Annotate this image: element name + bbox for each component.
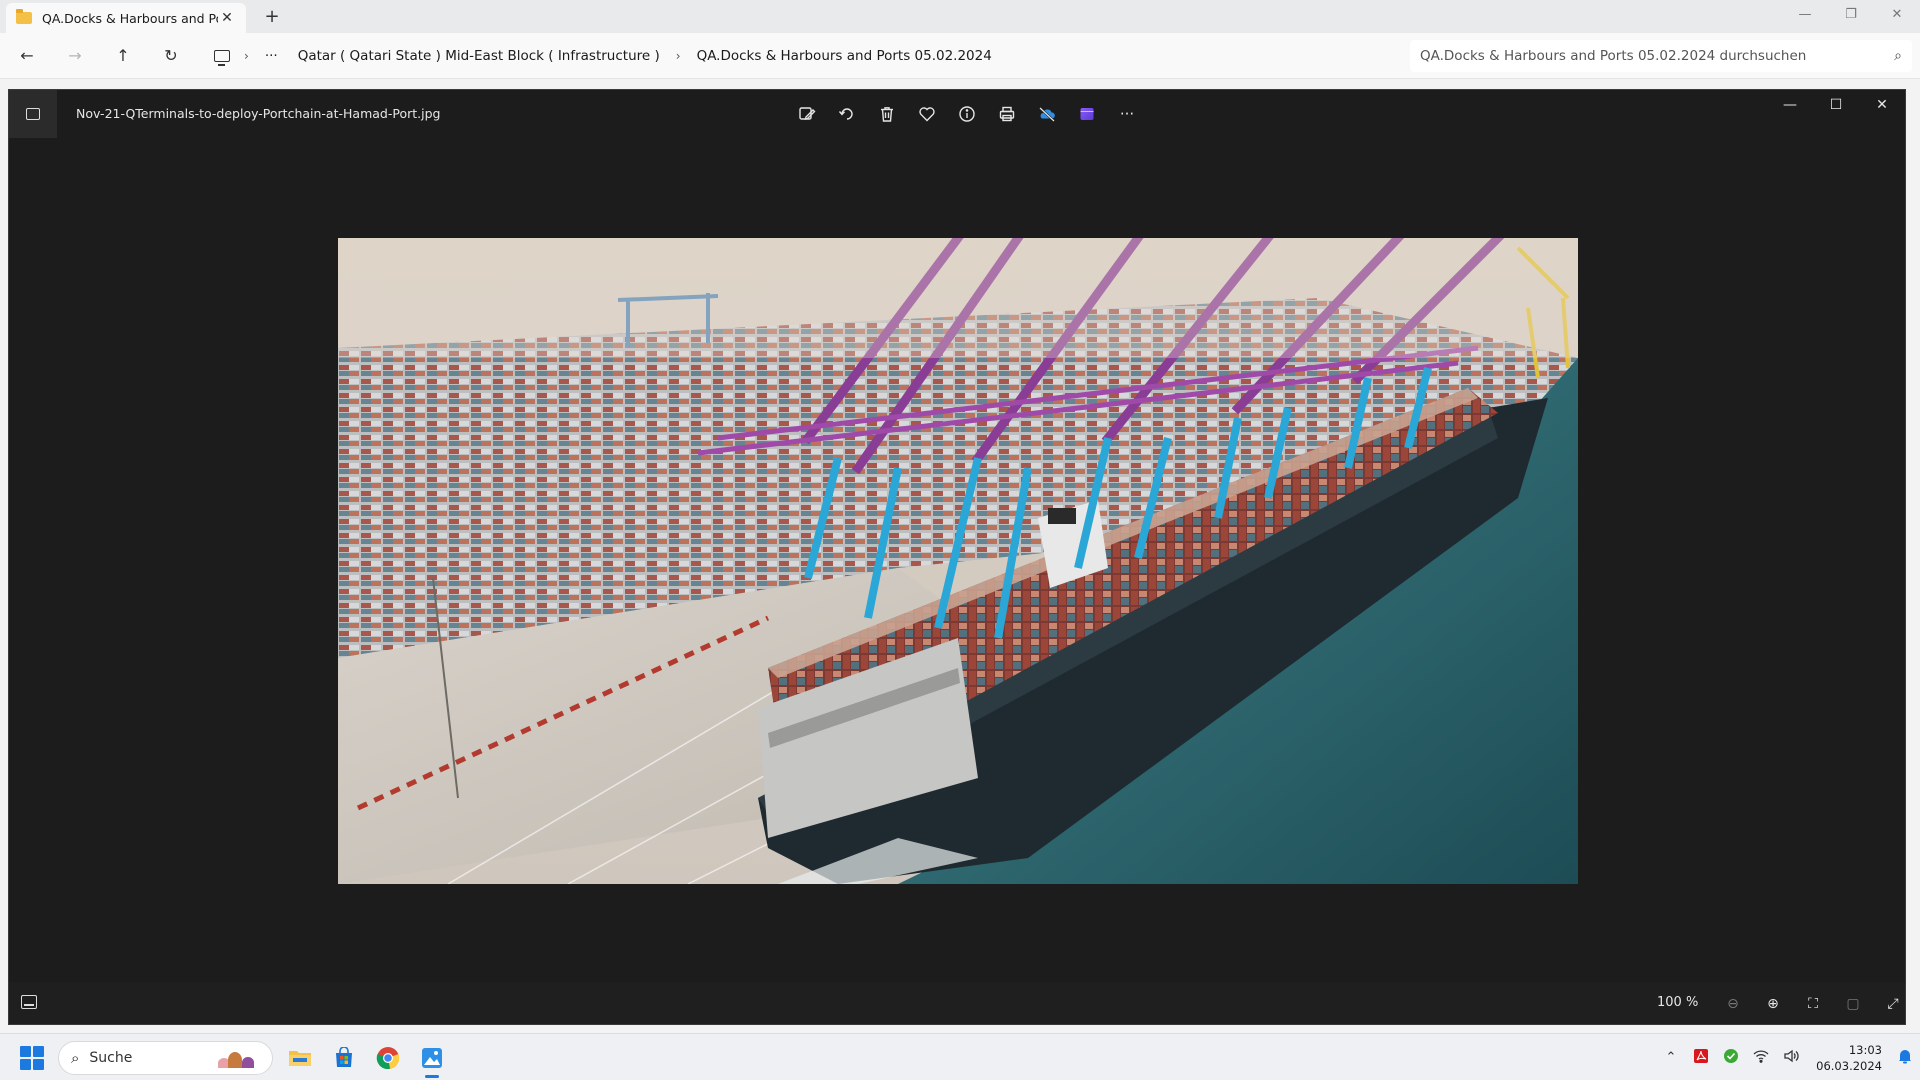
address-bar: ← → ↑ ↻ › ··· Qatar ( Qatari State ) Mid… — [0, 33, 1920, 79]
search-icon: ⌕ — [1894, 48, 1902, 64]
breadcrumb-item-docks[interactable]: QA.Docks & Harbours and Ports 05.02.2024 — [687, 48, 1002, 64]
photos-title-bar: Nov-21-QTerminals-to-deploy-Portchain-at… — [9, 90, 1905, 138]
zoom-out-icon[interactable]: ⊖ — [1713, 990, 1753, 1018]
clock-time: 13:03 — [1848, 1042, 1882, 1057]
photos-window-controls: — ☐ ✕ — [1767, 90, 1905, 120]
zoom-level[interactable]: 100 % — [1657, 995, 1698, 1010]
file-explorer-taskbar-icon[interactable] — [282, 1040, 318, 1076]
chrome-icon[interactable] — [370, 1040, 406, 1076]
taskbar-search-label: Suche — [89, 1050, 133, 1066]
footer-buttons: ⊖ ⊕ ⛶ ▢ ⤢ — [1713, 990, 1905, 1018]
breadcrumb[interactable]: › ··· Qatar ( Qatari State ) Mid-East Bl… — [204, 41, 1402, 71]
tab-docks-harbours[interactable]: QA.Docks & Harbours and Por ✕ — [6, 3, 246, 33]
system-tray: ⌃ 13:03 06.03.2024 — [1656, 1034, 1920, 1080]
search-input[interactable]: QA.Docks & Harbours and Ports 05.02.2024… — [1410, 40, 1912, 72]
folder-icon — [16, 9, 32, 24]
favorite-icon[interactable] — [907, 100, 947, 128]
actual-size-icon[interactable]: ▢ — [1833, 990, 1873, 1018]
close-button[interactable]: ✕ — [1859, 90, 1905, 120]
breadcrumb-separator[interactable]: › — [670, 49, 687, 63]
start-button[interactable] — [20, 1046, 44, 1070]
photos-toolbar: ··· — [787, 100, 1147, 128]
onedrive-icon[interactable] — [1027, 100, 1067, 128]
this-pc-icon[interactable] — [214, 50, 230, 66]
port-photo[interactable] — [338, 238, 1578, 884]
clock[interactable]: 13:03 06.03.2024 — [1806, 1042, 1890, 1074]
file-name: Nov-21-QTerminals-to-deploy-Portchain-at… — [76, 106, 441, 121]
breadcrumb-more[interactable]: ··· — [255, 48, 288, 64]
refresh-button[interactable]: ↻ — [156, 42, 186, 70]
photos-taskbar-icon[interactable] — [414, 1040, 450, 1078]
chevron-up-icon[interactable]: ⌃ — [1656, 1050, 1686, 1065]
forward-button[interactable]: → — [60, 42, 90, 70]
notification-bell-icon[interactable] — [1890, 1048, 1920, 1068]
zoom-in-icon[interactable]: ⊕ — [1753, 990, 1793, 1018]
edit-image-icon[interactable] — [787, 100, 827, 128]
wifi-icon[interactable] — [1746, 1049, 1776, 1067]
restore-button[interactable]: ❐ — [1828, 0, 1874, 30]
print-icon[interactable] — [987, 100, 1027, 128]
photos-footer-bar: 100 % ⊖ ⊕ ⛶ ▢ ⤢ — [9, 982, 1905, 1024]
clipchamp-icon[interactable] — [1067, 100, 1107, 128]
minimize-button[interactable]: — — [1782, 0, 1828, 30]
taskbar-search[interactable]: ⌕ Suche — [58, 1041, 273, 1075]
security-shield-icon[interactable] — [1716, 1048, 1746, 1068]
info-icon[interactable] — [947, 100, 987, 128]
photos-app-icon[interactable] — [9, 90, 57, 138]
breadcrumb-separator[interactable]: › — [238, 49, 255, 63]
minimize-button[interactable]: — — [1767, 90, 1813, 120]
photos-viewer-window: Nov-21-QTerminals-to-deploy-Portchain-at… — [8, 89, 1906, 1025]
tab-title: QA.Docks & Harbours and Por — [42, 10, 218, 26]
search-icon: ⌕ — [71, 1049, 80, 1067]
new-tab-button[interactable]: + — [258, 4, 286, 30]
taskbar: ⌕ Suche ⌃ 13:03 06.03.2024 — [0, 1033, 1920, 1080]
more-icon[interactable]: ··· — [1107, 100, 1147, 128]
back-button[interactable]: ← — [12, 42, 42, 70]
tab-close-button[interactable]: ✕ — [218, 10, 236, 26]
filmstrip-icon[interactable] — [21, 995, 37, 1009]
rotate-icon[interactable] — [827, 100, 867, 128]
fullscreen-icon[interactable]: ⤢ — [1873, 990, 1905, 1018]
explorer-window-controls: — ❐ ✕ — [1782, 0, 1920, 30]
search-highlight-icon — [216, 1048, 260, 1068]
search-placeholder: QA.Docks & Harbours and Ports 05.02.2024… — [1420, 48, 1807, 64]
fit-to-window-icon[interactable]: ⛶ — [1793, 990, 1833, 1018]
adobe-reader-icon[interactable] — [1686, 1048, 1716, 1068]
volume-icon[interactable] — [1776, 1049, 1806, 1067]
breadcrumb-item-qatar[interactable]: Qatar ( Qatari State ) Mid-East Block ( … — [288, 48, 670, 64]
windows-logo-icon — [20, 1046, 31, 1057]
maximize-button[interactable]: ☐ — [1813, 90, 1859, 120]
explorer-tab-bar: QA.Docks & Harbours and Por ✕ + — ❐ ✕ — [0, 0, 1920, 33]
up-button[interactable]: ↑ — [108, 42, 138, 70]
microsoft-store-icon[interactable] — [326, 1040, 362, 1076]
clock-date: 06.03.2024 — [1816, 1058, 1882, 1073]
delete-icon[interactable] — [867, 100, 907, 128]
close-button[interactable]: ✕ — [1874, 0, 1920, 30]
